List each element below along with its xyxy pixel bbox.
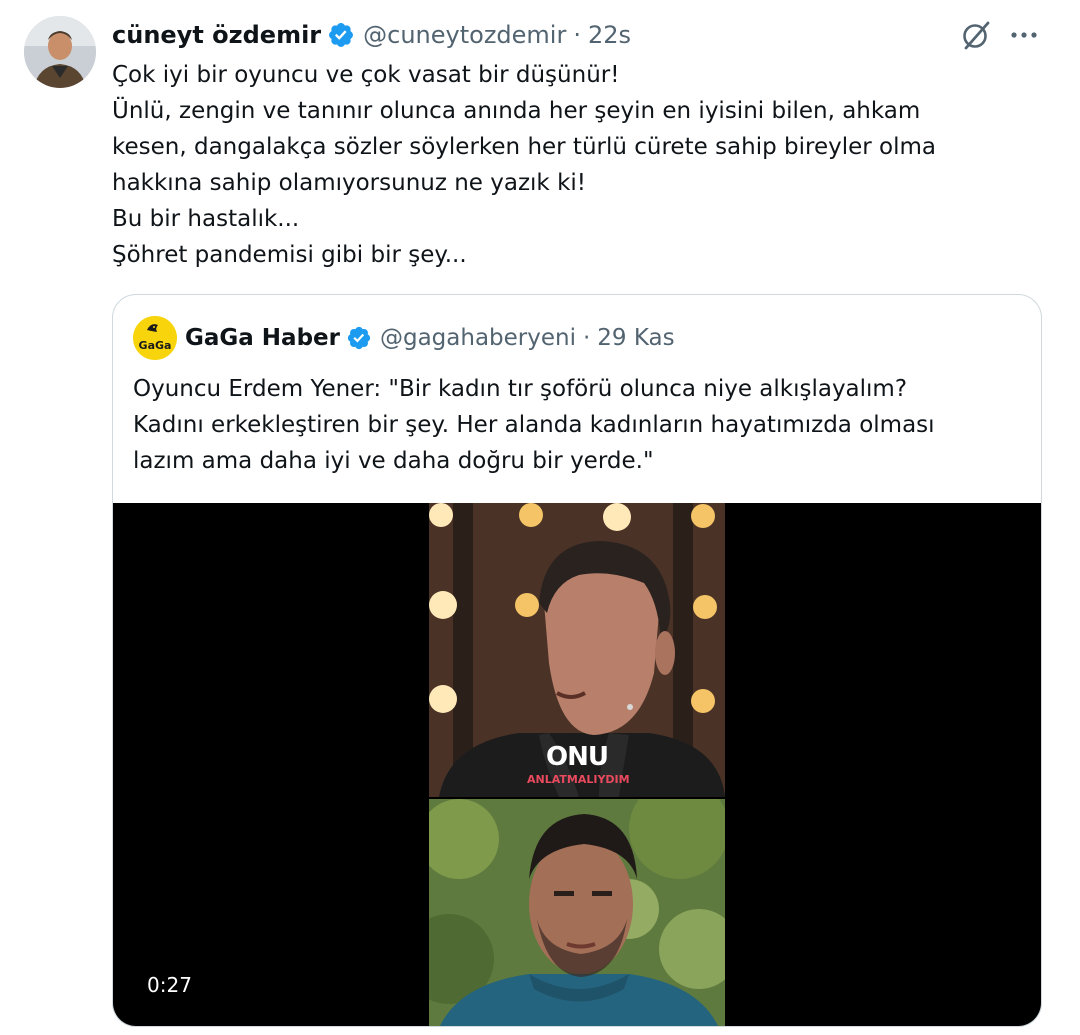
video-caption-main: ONU xyxy=(546,742,608,772)
gaga-logo-icon: GaGa xyxy=(133,316,177,360)
quoted-text-line: lazım ama daha iyi ve daha doğru bir yer… xyxy=(133,448,654,474)
tweet-text-line: kesen, dangalakça sözler söylerken her t… xyxy=(112,134,936,160)
tweet-header: cüneyt özdemir @cuneytozdemir · 22s xyxy=(112,18,631,52)
quoted-tweet-header: GaGa GaGa Haber @gagahaberyeni · 29 Kas xyxy=(133,315,675,361)
quoted-header-separator: · xyxy=(582,325,591,351)
tweet-text-line: hakkına sahip olamıyorsunuz ne yazık ki! xyxy=(112,170,586,196)
quoted-tweet[interactable]: GaGa GaGa Haber @gagahaberyeni · 29 Kas … xyxy=(112,294,1042,1027)
quoted-author-handle[interactable]: @gagahaberyeni xyxy=(380,325,576,351)
tweet-text-line: Şöhret pandemisi gibi bir şey... xyxy=(112,242,467,268)
video-frame-image xyxy=(429,799,725,1026)
avatar-image xyxy=(24,16,96,88)
verified-badge-icon[interactable] xyxy=(346,325,372,351)
quoted-text-line: Kadını erkekleştiren bir şey. Her alanda… xyxy=(133,412,935,438)
quoted-author-name[interactable]: GaGa Haber xyxy=(185,325,340,351)
tweet-timestamp[interactable]: 22s xyxy=(588,21,631,49)
quoted-tweet-text: Oyuncu Erdem Yener: "Bir kadın tır şoför… xyxy=(133,371,1023,479)
video-caption-sub: ANLATMALIYDIM xyxy=(527,773,630,786)
author-avatar[interactable] xyxy=(24,16,96,88)
video-frame-image: ONU ANLATMALIYDIM xyxy=(429,503,725,797)
video-duration: 0:27 xyxy=(137,969,202,1001)
more-options-icon xyxy=(1011,32,1037,38)
svg-text:GaGa: GaGa xyxy=(139,339,172,352)
quoted-text-line: Oyuncu Erdem Yener: "Bir kadın tır şoför… xyxy=(133,376,908,402)
video-frame-bottom xyxy=(429,799,725,1026)
tweet-text-line: Çok iyi bir oyuncu ve çok vasat bir düşü… xyxy=(112,62,620,88)
video-frame-top: ONU ANLATMALIYDIM xyxy=(429,503,725,797)
more-options-button[interactable] xyxy=(1004,17,1044,53)
tweet[interactable]: cüneyt özdemir @cuneytozdemir · 22s Çok … xyxy=(0,0,1080,1035)
quoted-author-avatar[interactable]: GaGa xyxy=(133,316,177,360)
quoted-tweet-timestamp[interactable]: 29 Kas xyxy=(597,325,674,351)
verified-badge-icon[interactable] xyxy=(327,21,355,49)
tweet-text-line: Ünlü, zengin ve tanınır olunca anında he… xyxy=(112,98,921,124)
video-player[interactable]: ONU ANLATMALIYDIM 0:27 xyxy=(113,503,1041,1026)
header-separator: · xyxy=(573,21,581,49)
author-handle[interactable]: @cuneytozdemir xyxy=(363,21,566,49)
author-name[interactable]: cüneyt özdemir xyxy=(112,21,321,49)
tweet-text: Çok iyi bir oyuncu ve çok vasat bir düşü… xyxy=(112,57,1042,273)
grok-icon xyxy=(963,21,990,50)
tweet-text-line: Bu bir hastalık... xyxy=(112,206,300,232)
grok-button[interactable] xyxy=(958,17,994,53)
